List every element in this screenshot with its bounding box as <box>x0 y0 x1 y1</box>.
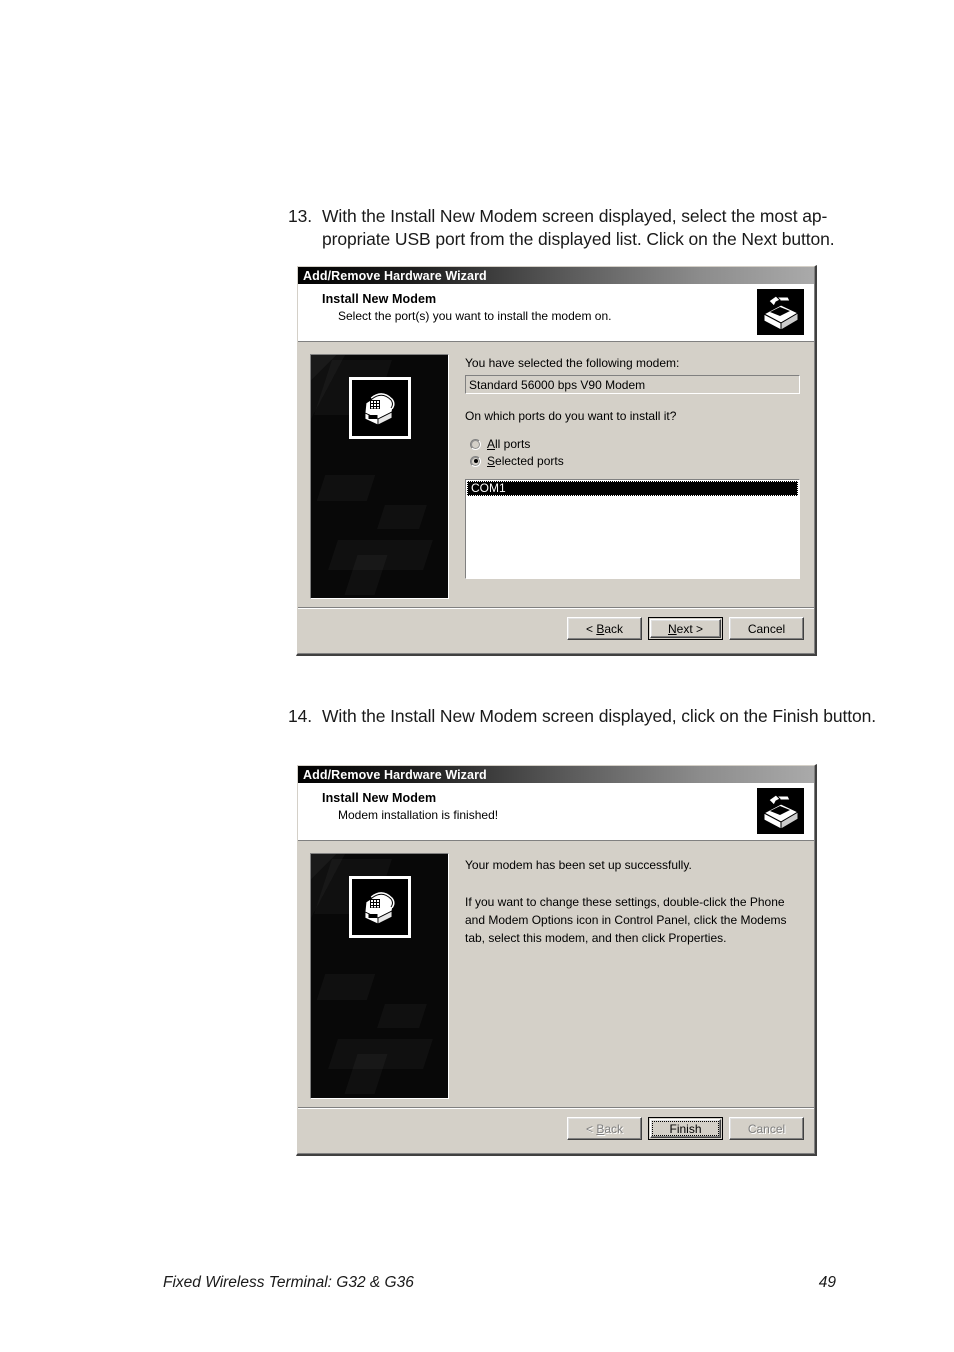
dialog-title-text: Add/Remove Hardware Wizard <box>303 767 487 782</box>
wizard-header-subtitle: Modem installation is finished! <box>338 808 499 822</box>
list-item[interactable]: COM1 <box>467 480 798 496</box>
instruction-step-13: 13. With the Install New Modem screen di… <box>288 205 888 252</box>
wizard-art-panel <box>310 853 449 1099</box>
wizard-art-panel <box>310 354 449 599</box>
wizard-header: Install New Modem Select the port(s) you… <box>298 284 814 342</box>
modem-telephone-icon <box>348 377 411 439</box>
wizard-header-subtitle: Select the port(s) you want to install t… <box>338 309 612 323</box>
footer-title: Fixed Wireless Terminal: G32 & G36 <box>163 1274 414 1291</box>
dialog-inner-frame: Add/Remove Hardware Wizard Install New M… <box>297 266 815 654</box>
wizard-header-title: Install New Modem <box>322 292 437 306</box>
success-message: Your modem has been set up successfully. <box>465 858 692 872</box>
cancel-button[interactable]: Cancel <box>729 617 804 640</box>
radio-selected-ports-label: Selected ports <box>487 454 564 469</box>
install-new-modem-finish-dialog[interactable]: Add/Remove Hardware Wizard Install New M… <box>296 764 817 1156</box>
back-button[interactable]: < Back <box>567 617 642 640</box>
finish-button[interactable]: Finish <box>648 1117 723 1140</box>
add-remove-hardware-icon <box>756 787 805 835</box>
dialog-button-bar: < Back Next > Cancel <box>298 607 814 653</box>
install-new-modem-port-dialog[interactable]: Add/Remove Hardware Wizard Install New M… <box>296 265 817 656</box>
wizard-header-title: Install New Modem <box>322 791 437 805</box>
back-button-label: < Back <box>585 621 624 636</box>
modem-port-selection-area: You have selected the following modem: S… <box>465 355 800 579</box>
dialog-buttons: < Back Finish Cancel <box>567 1117 804 1140</box>
port-listbox[interactable]: COM1 <box>465 478 800 579</box>
wizard-body: Your modem has been set up successfully.… <box>298 842 814 1153</box>
dialog-inner-frame: Add/Remove Hardware Wizard Install New M… <box>297 765 815 1154</box>
selected-modem-field: Standard 56000 bps V90 Modem <box>465 375 800 395</box>
finish-message-area: Your modem has been set up successfully.… <box>465 856 800 947</box>
settings-instructions: If you want to change these settings, do… <box>465 895 787 945</box>
finish-button-label: Finish <box>669 1121 702 1136</box>
port-name: COM1 <box>471 481 506 496</box>
wizard-body: You have selected the following modem: S… <box>298 343 814 653</box>
cancel-button-label: Cancel <box>747 1121 786 1136</box>
step-number: 14. <box>288 706 313 726</box>
document-page: 13. With the Install New Modem screen di… <box>0 0 954 1352</box>
dialog-title-text: Add/Remove Hardware Wizard <box>303 268 487 283</box>
finish-button-face: Finish <box>650 1119 721 1138</box>
step-text: With the Install New Modem screen displa… <box>322 206 835 250</box>
back-button-label: < Back <box>585 1121 624 1136</box>
radio-selected-ports-indicator[interactable] <box>470 455 481 467</box>
page-footer: Fixed Wireless Terminal: G32 & G36 49 <box>163 1274 836 1292</box>
next-button-label: Next > <box>667 621 704 636</box>
add-remove-hardware-icon <box>756 288 805 336</box>
cancel-button-label: Cancel <box>747 621 786 636</box>
radio-all-ports-indicator[interactable] <box>470 438 481 450</box>
radio-all-ports[interactable]: All ports <box>470 436 800 453</box>
dialog-buttons: < Back Next > Cancel <box>567 617 804 640</box>
wizard-header: Install New Modem Modem installation is … <box>298 783 814 841</box>
instruction-step-14: 14. With the Install New Modem screen di… <box>288 705 888 728</box>
ports-question-label: On which ports do you want to install it… <box>465 409 677 424</box>
radio-all-ports-label: All ports <box>487 437 531 452</box>
step-number: 13. <box>288 206 313 226</box>
selected-modem-value: Standard 56000 bps V90 Modem <box>469 377 646 392</box>
back-button: < Back <box>567 1117 642 1140</box>
selected-modem-label: You have selected the following modem: <box>465 356 680 370</box>
cancel-button: Cancel <box>729 1117 804 1140</box>
dialog-button-bar: < Back Finish Cancel <box>298 1107 814 1153</box>
footer-page-number: 49 <box>818 1274 836 1291</box>
next-button[interactable]: Next > <box>648 617 723 640</box>
step-text: With the Install New Modem screen displa… <box>322 706 877 726</box>
next-button-face: Next > <box>650 619 721 638</box>
radio-selected-ports[interactable]: Selected ports <box>470 453 800 470</box>
modem-telephone-icon <box>348 876 411 938</box>
dialog-titlebar[interactable]: Add/Remove Hardware Wizard <box>298 766 814 783</box>
dialog-titlebar[interactable]: Add/Remove Hardware Wizard <box>298 267 814 284</box>
